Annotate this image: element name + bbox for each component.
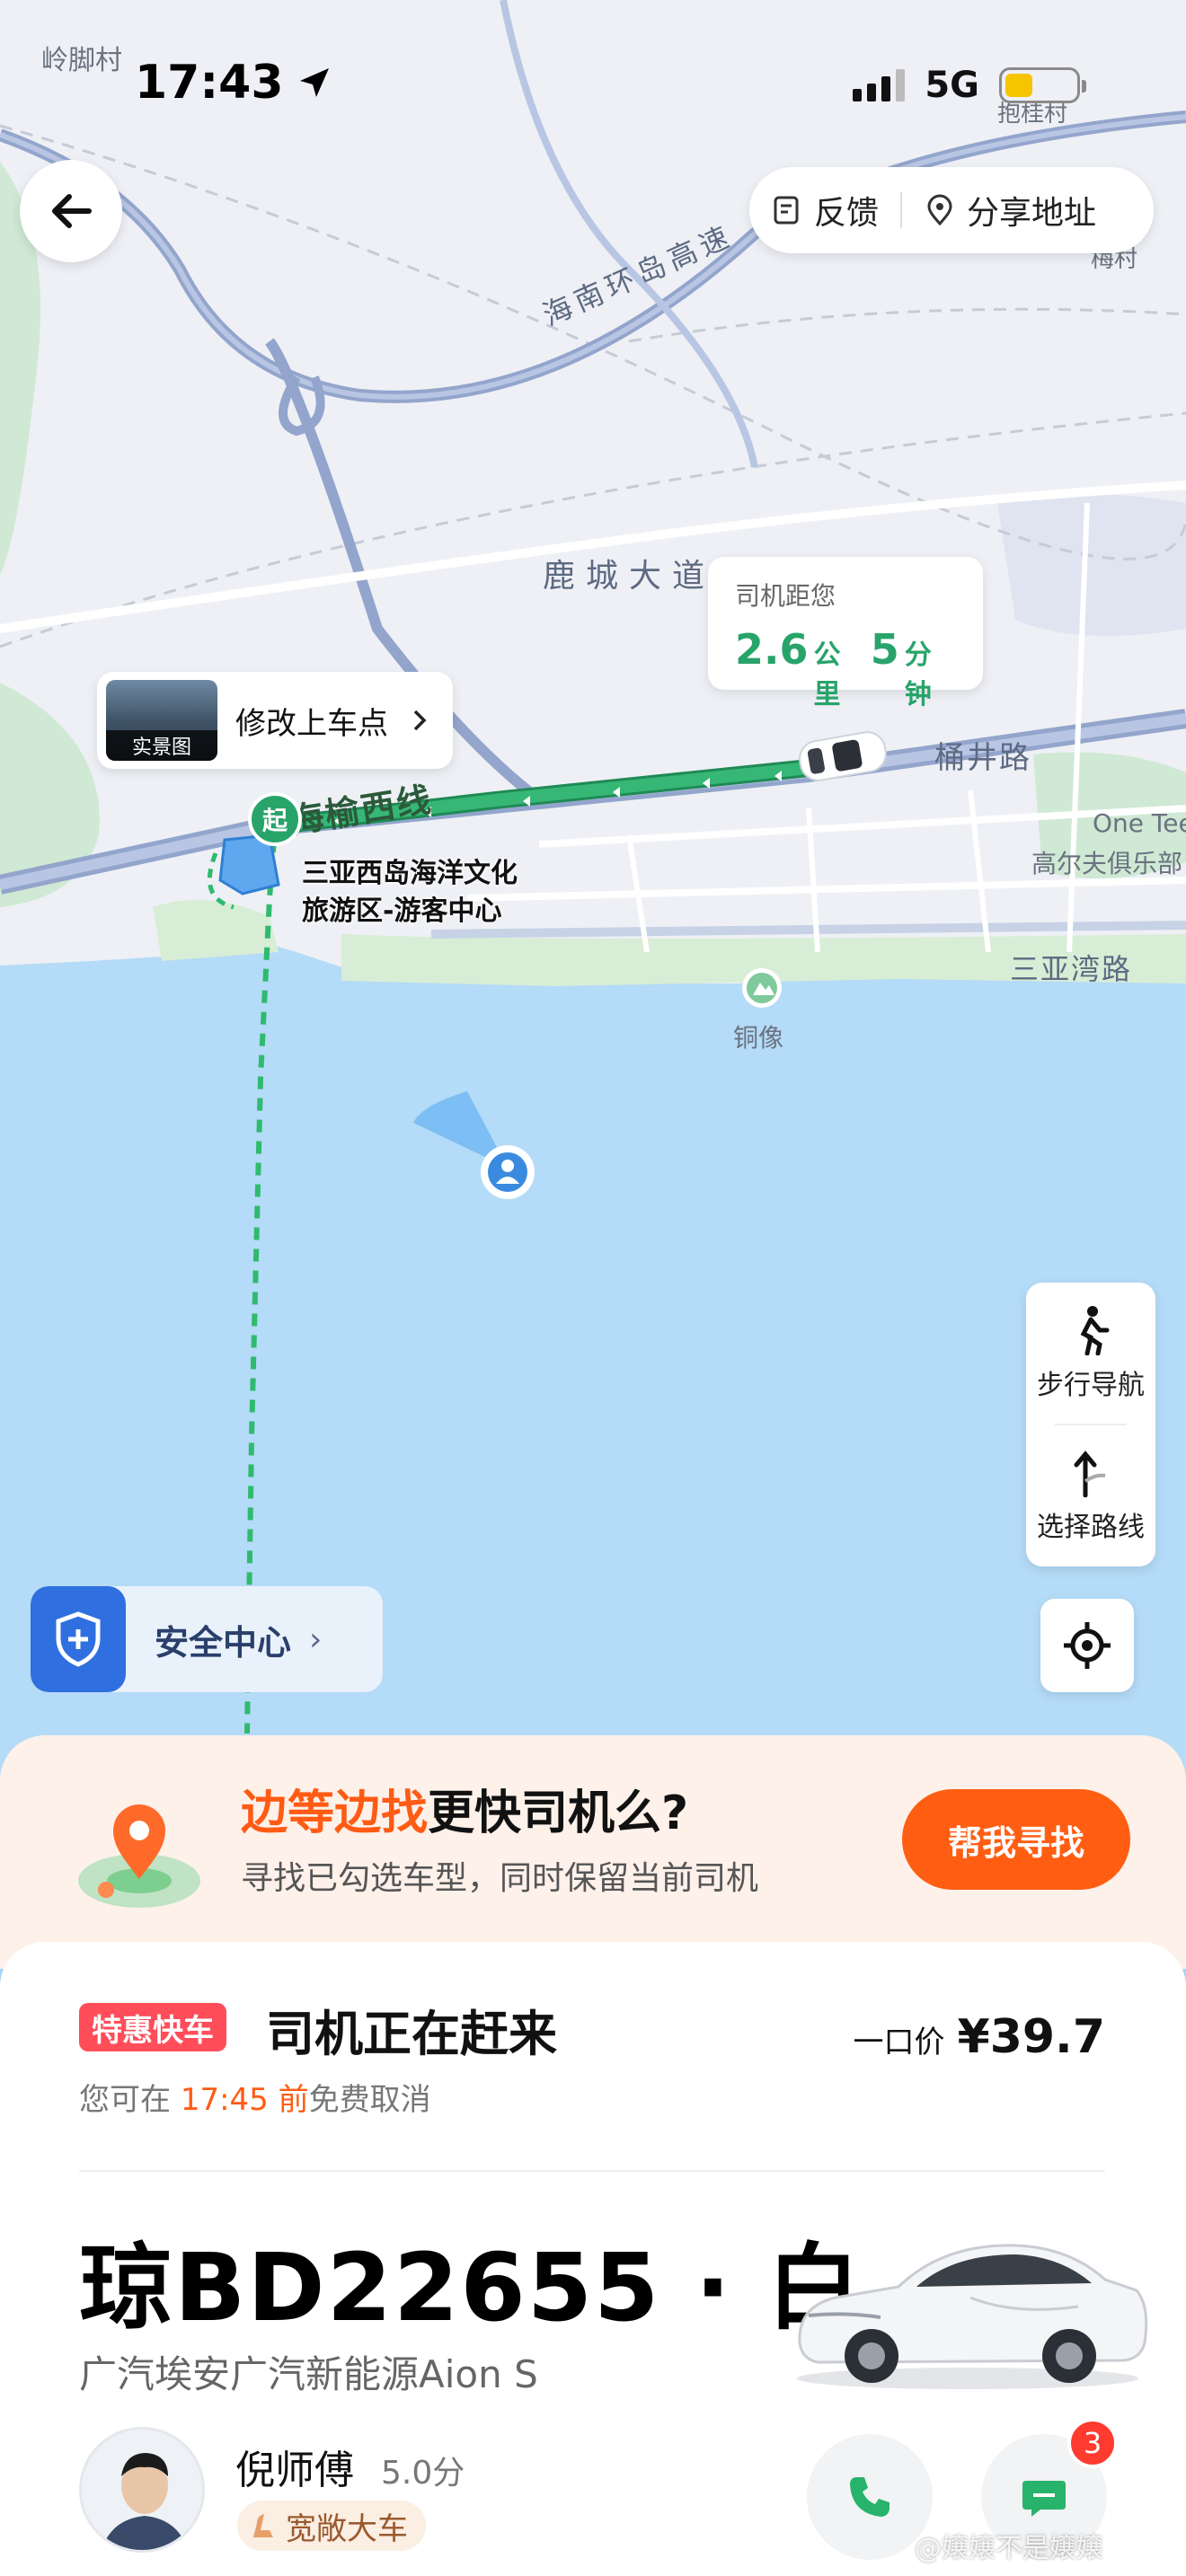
promo-title-highlight: 边等边找 (241, 1786, 429, 1840)
driver-eta-card: 司机距您 2.6 公里 5 分钟 (708, 557, 983, 710)
fixed-price[interactable]: 一口价 ¥39.7 (854, 2010, 1105, 2064)
driver-badge: 宽敞大车 (237, 2501, 426, 2551)
call-driver-button[interactable] (807, 2434, 933, 2560)
driver-rating: 5.0分 (381, 2455, 465, 2492)
location-share-icon (927, 194, 952, 226)
pickup-poi-line: 旅游区-游客中心 (302, 895, 502, 927)
order-sheet: 特惠快车 司机正在赶来 您可在 17:45 前免费取消 一口价 ¥39.7 琼B… (0, 1942, 1186, 2576)
car-image (797, 2244, 1148, 2389)
cancel-note-prefix: 您可在 (79, 2082, 181, 2118)
status-time: 17:43 (135, 56, 332, 110)
pickup-poi-name: 三亚西岛海洋文化 旅游区-游客中心 (302, 855, 518, 931)
eta-distance: 2.6 (735, 625, 809, 674)
map-view[interactable]: 岭脚村 抱桂村 梅村 海南环岛高速 鹿城大道 海榆西线 桶井路 三亚湾路 One… (0, 0, 1186, 1796)
phone-icon (850, 2477, 890, 2517)
navigation-panel: 步行导航 选择路线 (1026, 1283, 1155, 1566)
map-canvas (0, 0, 1186, 1734)
map-label-poi: 铜像 (733, 1023, 784, 1053)
top-actions: 反馈 分享地址 (749, 167, 1154, 253)
street-view-thumbnail[interactable]: 实景图 (106, 680, 217, 761)
battery-icon (999, 67, 1086, 103)
price-label: 一口价 (853, 2025, 945, 2060)
eta-minutes-unit: 分钟 (904, 640, 932, 710)
eta-minutes: 5 (870, 625, 899, 674)
promo-title-rest: 更快司机么? (428, 1786, 689, 1840)
map-label-poi: 高尔夫俱乐部 (1031, 849, 1183, 878)
help-me-find-button[interactable]: 帮我寻找 (902, 1789, 1130, 1890)
shield-icon (31, 1586, 126, 1692)
feedback-icon (774, 196, 799, 225)
crosshair-icon (1064, 1622, 1111, 1669)
modify-pickup-button[interactable]: 实景图 修改上车点 (97, 672, 453, 769)
promo-title: 边等边找更快司机么? (241, 1775, 688, 1842)
map-label-road: 桶井路 (934, 740, 1031, 776)
choose-route-label: 选择路线 (1037, 1512, 1145, 1544)
network-label: 5G (925, 65, 979, 106)
feedback-label: 反馈 (814, 195, 880, 232)
unread-messages-badge: 3 (1067, 2418, 1118, 2468)
cancel-deadline: 17:45 前 (180, 2082, 309, 2118)
map-label-village: 岭脚村 (41, 45, 122, 76)
map-label-poi: One Tee (1093, 808, 1186, 838)
status-indicators: 5G (853, 65, 1086, 106)
find-faster-driver-banner: 边等边找更快司机么? 寻找已勾选车型，同时保留当前司机 帮我寻找 (0, 1735, 1186, 1969)
walking-icon (1080, 1305, 1110, 1355)
feedback-button[interactable]: 反馈 (749, 187, 900, 234)
eta-distance-unit: 公里 (813, 640, 841, 710)
map-label-road: 三亚湾路 (1010, 952, 1133, 986)
modify-pickup-label: 修改上车点 (235, 705, 388, 742)
street-view-tag: 实景图 (106, 730, 217, 761)
promo-subtitle: 寻找已勾选车型，同时保留当前司机 (241, 1860, 759, 1897)
watermark: @嬢嬢不是嬢嬢 (915, 2533, 1103, 2564)
order-status-title: 司机正在赶来 (266, 2006, 557, 2062)
back-button[interactable] (20, 160, 122, 262)
chevron-right-icon: › (309, 1620, 323, 1658)
free-cancel-note: 您可在 17:45 前免费取消 (79, 2075, 431, 2119)
signal-icon (853, 69, 906, 101)
car-model: 广汽埃安广汽新能源Aion S (79, 2352, 538, 2396)
locate-me-button[interactable] (1040, 1599, 1134, 1692)
walk-navigation-label: 步行导航 (1037, 1369, 1145, 1401)
safety-center-button[interactable]: 安全中心 › (31, 1586, 383, 1692)
choose-route-button[interactable]: 选择路线 (1026, 1425, 1155, 1566)
ride-type-tag: 特惠快车 (79, 2003, 226, 2051)
safety-center-label: 安全中心 (155, 1622, 292, 1663)
cancel-note-suffix: 免费取消 (308, 2082, 431, 2118)
walk-navigation-button[interactable]: 步行导航 (1026, 1283, 1155, 1424)
driver-avatar[interactable] (79, 2427, 205, 2553)
price-value: ¥39.7 (957, 2010, 1105, 2064)
pickup-marker[interactable]: 起 (248, 792, 302, 846)
back-arrow-icon (52, 194, 92, 228)
eta-values: 2.6 公里 5 分钟 (735, 625, 956, 711)
chat-icon (1022, 2481, 1066, 2517)
seat-icon (253, 2514, 273, 2537)
map-pin-illustration-icon (78, 1804, 200, 1908)
chevron-right-icon (413, 710, 427, 731)
route-icon (1074, 1451, 1106, 1498)
pickup-poi-line: 三亚西岛海洋文化 (302, 858, 518, 889)
divider (79, 2170, 1105, 2172)
map-label-road: 鹿城大道 (543, 558, 716, 595)
driver-badge-label: 宽敞大车 (286, 2510, 408, 2547)
eta-title: 司机距您 (735, 581, 836, 611)
location-arrow-icon (299, 68, 329, 97)
share-label: 分享地址 (967, 195, 1097, 232)
share-address-button[interactable]: 分享地址 (902, 187, 1118, 234)
driver-name: 倪师傅 (235, 2448, 354, 2493)
clock: 17:43 (135, 56, 284, 110)
license-plate: 琼BD22655 · 白 (79, 2233, 863, 2342)
